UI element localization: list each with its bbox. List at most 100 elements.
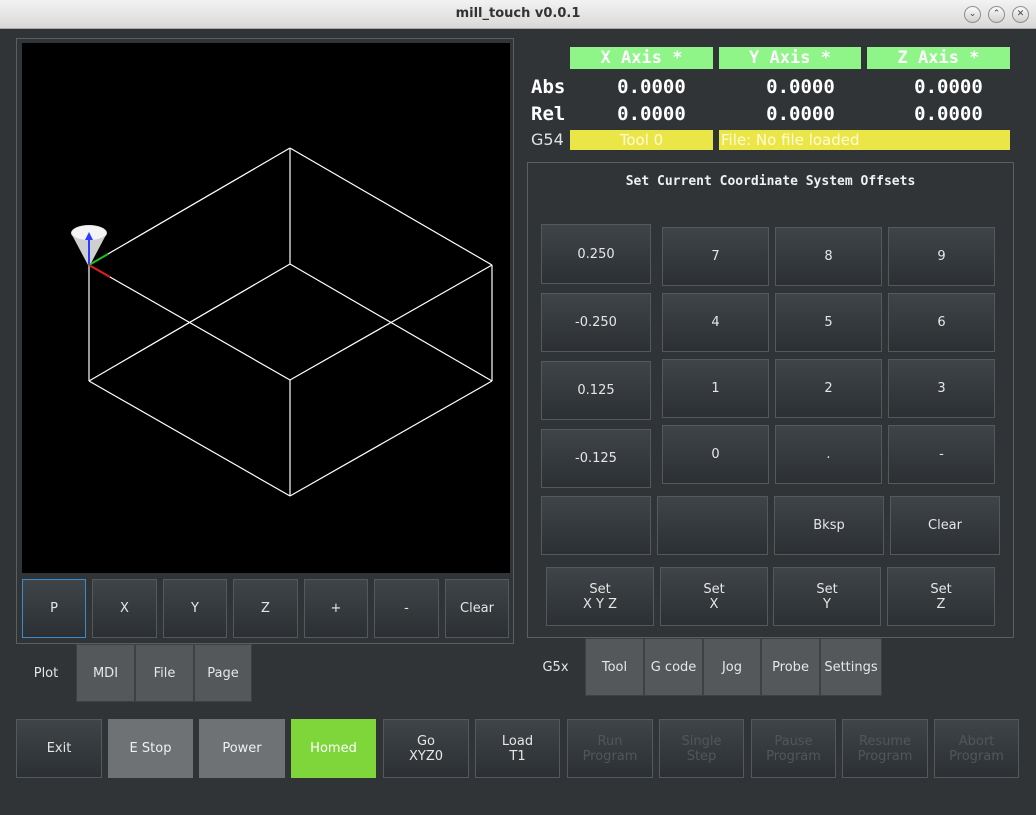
increment-button[interactable]: -0.125 [541,429,651,488]
tab-settings[interactable]: Settings [820,638,882,696]
run-line1: Run [597,733,623,749]
abort-line1: Abort [958,733,995,749]
tab-tool[interactable]: Tool [585,638,644,696]
key-0[interactable]: 0 [662,425,769,484]
abort-program-button[interactable]: Abort Program [934,719,1019,778]
key-1[interactable]: 1 [662,359,769,418]
tab-gcode[interactable]: G code [644,638,703,696]
exit-button[interactable]: Exit [16,719,102,778]
pause-program-button[interactable]: Pause Program [751,719,836,778]
main-window: P X Y Z + - Clear Plot MDI File Page X A… [0,29,1036,815]
key-6[interactable]: 6 [888,293,995,352]
key-9[interactable]: 9 [888,227,995,286]
increment-button[interactable]: 0.125 [541,361,651,420]
box-edge [88,380,291,497]
single-step-button[interactable]: Single Step [659,719,744,778]
close-icon[interactable]: ✕ [1012,6,1029,23]
load-line1: Load [501,733,534,749]
set-y-line1: Set [816,581,838,597]
x-axis-header[interactable]: X Axis * [570,47,713,69]
y-axis-header[interactable]: Y Axis * [719,47,861,69]
run-line2: Program [582,748,638,764]
rel-label: Rel [531,103,566,125]
rel-x-value: 0.0000 [617,103,686,125]
set-xyz-line2: X Y Z [582,596,618,612]
tab-file[interactable]: File [135,644,194,702]
load-t1-button[interactable]: Load T1 [475,719,560,778]
set-x-line1: Set [703,581,725,597]
tab-g5x[interactable]: G5x [526,638,585,696]
offsets-title: Set Current Coordinate System Offsets [625,174,916,189]
increment-button[interactable]: -0.250 [541,293,651,352]
load-line2: T1 [509,748,526,764]
key-2[interactable]: 2 [775,359,882,418]
estop-button[interactable]: E Stop [108,719,193,778]
key-4[interactable]: 4 [662,293,769,352]
tab-mdi[interactable]: MDI [76,644,135,702]
box-edge [289,147,493,266]
abs-x-value: 0.0000 [617,76,686,98]
rel-z-value: 0.0000 [914,103,983,125]
go-line2: XYZ0 [408,748,444,764]
tab-jog[interactable]: Jog [703,638,761,696]
abort-line2: Program [949,748,1004,764]
tab-plot[interactable]: Plot [16,644,76,702]
resume-line1: Resume [858,733,912,749]
tool-status: Tool 0 [570,130,713,150]
pause-line2: Program [766,748,821,764]
set-z-button[interactable]: Set Z [887,567,995,626]
coord-system-label: G54 [531,130,564,149]
key-minus[interactable]: - [888,425,995,484]
zoom-in-button[interactable]: + [304,579,368,638]
set-y-line2: Y [823,596,831,612]
key-decimal[interactable]: . [775,425,882,484]
minimize-icon[interactable]: ⌄ [964,6,981,23]
set-y-button[interactable]: Set Y [773,567,881,626]
maximize-icon[interactable]: ⌃ [988,6,1005,23]
set-z-line1: Set [930,581,952,597]
homed-button[interactable]: Homed [291,719,376,778]
set-xyz-button[interactable]: Set X Y Z [546,567,654,626]
run-program-button[interactable]: Run Program [567,719,653,778]
go-line1: Go [416,733,436,749]
single-line1: Single [681,733,722,749]
z-axis-header[interactable]: Z Axis * [867,47,1010,69]
set-xyz-line1: Set [589,581,611,597]
clear-entry-button[interactable]: Clear [890,496,1000,555]
key-8[interactable]: 8 [775,227,882,286]
view-x-button[interactable]: X [92,579,157,638]
window-title: mill_touch v0.0.1 [455,6,581,21]
x-axis-indicator [88,264,111,278]
tab-page[interactable]: Page [194,644,252,702]
abs-label: Abs [531,76,566,98]
abs-y-value: 0.0000 [766,76,835,98]
single-line2: Step [686,748,717,764]
tab-probe[interactable]: Probe [761,638,820,696]
view-p-button[interactable]: P [22,579,86,638]
zoom-out-button[interactable]: - [374,579,439,638]
abs-z-value: 0.0000 [914,76,983,98]
set-z-line2: Z [936,596,946,612]
resume-program-button[interactable]: Resume Program [842,719,928,778]
power-button[interactable]: Power [199,719,285,778]
box-edge [289,263,493,382]
key-3[interactable]: 3 [888,359,995,418]
key-7[interactable]: 7 [662,227,769,286]
box-edge [289,380,493,497]
box-edge [88,263,291,382]
pause-line1: Pause [774,733,813,749]
clear-plot-button[interactable]: Clear [445,579,509,638]
plot-canvas[interactable] [22,43,510,573]
rel-y-value: 0.0000 [766,103,835,125]
set-x-button[interactable]: Set X [660,567,768,626]
go-xyz0-button[interactable]: Go XYZ0 [383,719,469,778]
view-z-button[interactable]: Z [233,579,298,638]
toolpath-preview [71,147,493,497]
blank-button[interactable] [541,496,651,555]
resume-line2: Program [857,748,913,764]
backspace-button[interactable]: Bksp [774,496,884,555]
key-5[interactable]: 5 [775,293,882,352]
view-y-button[interactable]: Y [163,579,227,638]
increment-button[interactable]: 0.250 [541,224,651,284]
blank-button[interactable] [657,496,768,555]
